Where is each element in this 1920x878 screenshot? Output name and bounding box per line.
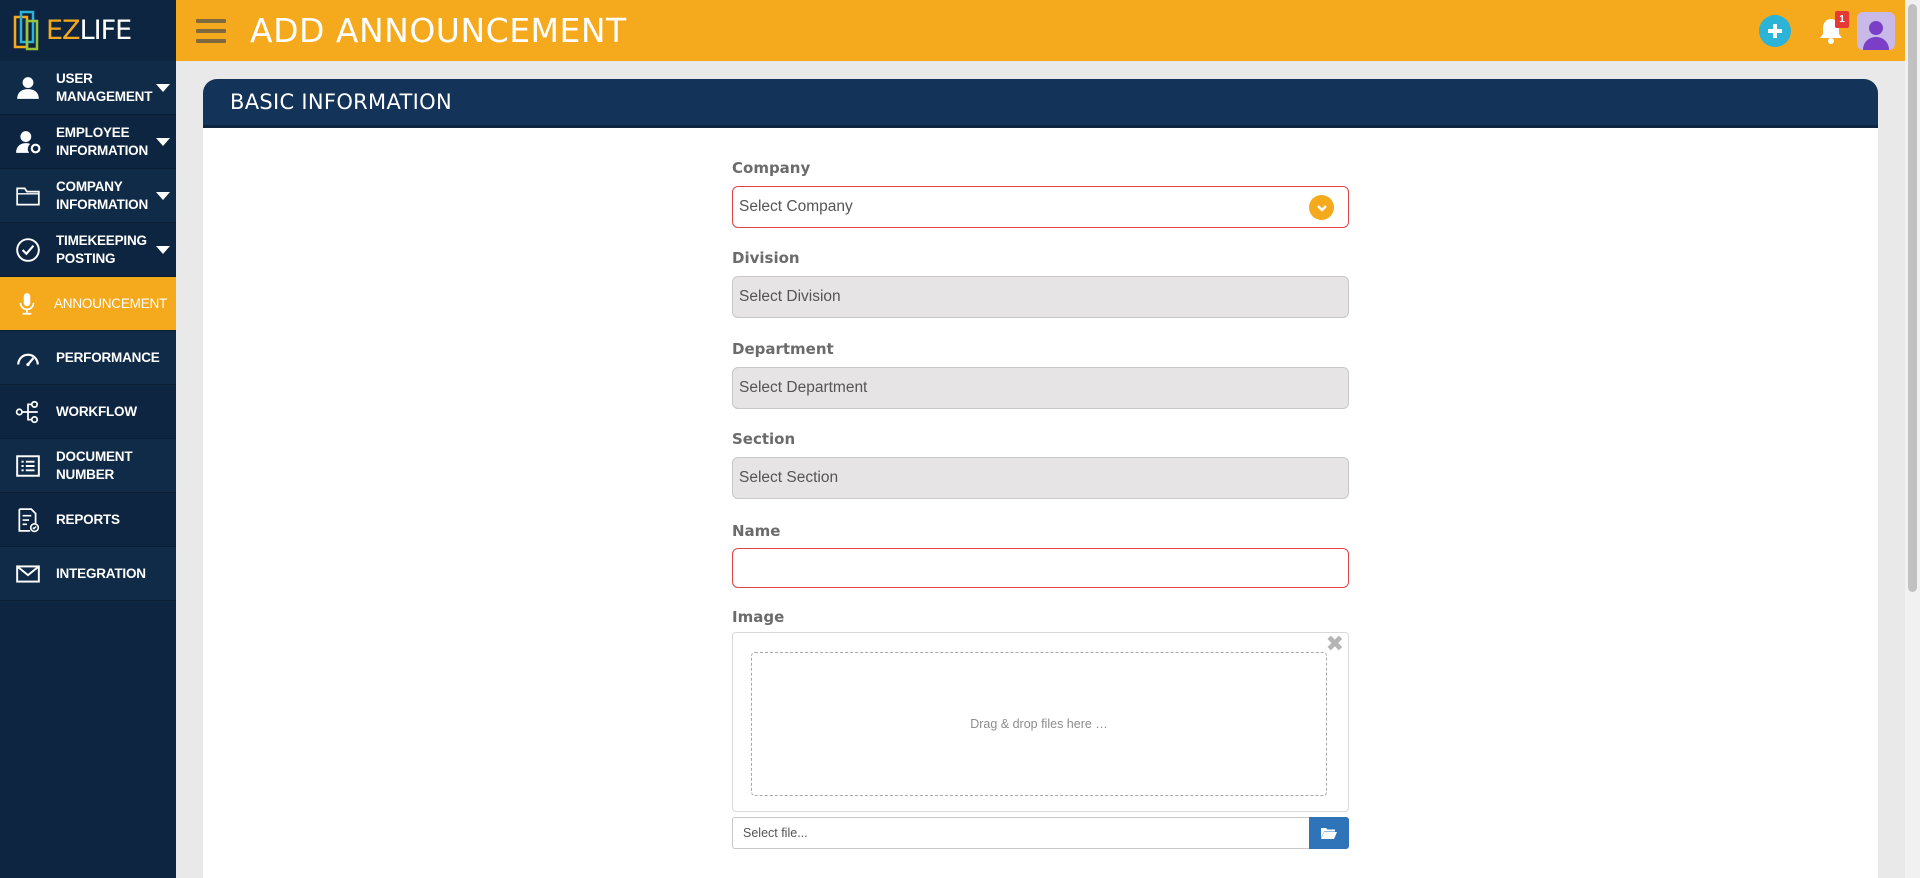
sidebar-item-reports[interactable]: REPORTS bbox=[0, 493, 176, 547]
scrollbar-thumb[interactable] bbox=[1908, 4, 1917, 592]
image-label: Image bbox=[732, 608, 785, 626]
image-dropzone[interactable]: ✖ Drag & drop files here … bbox=[732, 631, 1349, 812]
sidebar: EZLIFE USER MANAGEMENT EMPLOYEE INFORMAT… bbox=[0, 0, 176, 878]
logo-mark-icon bbox=[13, 10, 39, 50]
section-select[interactable]: Select Section bbox=[732, 457, 1349, 499]
microphone-icon bbox=[19, 292, 35, 315]
sidebar-item-workflow[interactable]: WORKFLOW bbox=[0, 385, 176, 439]
department-select[interactable]: Select Department bbox=[732, 367, 1349, 409]
section-select-value: Select Section bbox=[739, 469, 839, 486]
file-select-row: Select file... bbox=[732, 817, 1349, 849]
card-header: BASIC INFORMATION bbox=[203, 79, 1878, 128]
caret-down-icon bbox=[156, 83, 170, 92]
sidebar-item-label: EMPLOYEE INFORMATION bbox=[56, 124, 149, 158]
section-label: Section bbox=[732, 430, 796, 448]
page-scrollbar[interactable] bbox=[1905, 0, 1920, 878]
envelope-icon bbox=[16, 564, 40, 583]
division-select-value: Select Division bbox=[739, 288, 841, 305]
chevron-down-icon[interactable] bbox=[1309, 195, 1334, 220]
add-button[interactable] bbox=[1759, 14, 1791, 47]
folder-icon bbox=[16, 187, 40, 206]
sidebar-item-label: ANNOUNCEMENT bbox=[54, 295, 168, 311]
file-input[interactable]: Select file... bbox=[732, 817, 1309, 849]
sidebar-item-label: USER MANAGEMENT bbox=[56, 70, 153, 104]
division-label: Division bbox=[732, 249, 800, 267]
user-gear-icon bbox=[16, 130, 41, 153]
caret-down-icon bbox=[156, 245, 170, 254]
caret-down-icon bbox=[156, 191, 170, 200]
name-label: Name bbox=[732, 522, 781, 540]
file-input-placeholder: Select file... bbox=[743, 826, 808, 840]
sidebar-item-announcement[interactable]: ANNOUNCEMENT bbox=[0, 277, 176, 331]
logo[interactable]: EZLIFE bbox=[0, 0, 176, 61]
plus-icon bbox=[1768, 23, 1782, 38]
sidebar-item-integration[interactable]: INTEGRATION bbox=[0, 547, 176, 601]
announcement-form: Company Select Company Division Select D… bbox=[732, 159, 1349, 849]
company-select[interactable]: Select Company bbox=[732, 186, 1349, 228]
dropzone-text: Drag & drop files here … bbox=[970, 717, 1108, 731]
user-avatar-icon bbox=[1863, 20, 1889, 50]
sidebar-item-timekeeping-posting[interactable]: TIMEKEEPING POSTING bbox=[0, 223, 176, 277]
department-label: Department bbox=[732, 340, 834, 358]
notifications-button[interactable]: 1 bbox=[1815, 10, 1849, 47]
name-input[interactable] bbox=[732, 548, 1349, 588]
folder-open-icon bbox=[1321, 828, 1337, 839]
card-title: BASIC INFORMATION bbox=[230, 90, 452, 114]
caret-down-icon bbox=[156, 137, 170, 146]
division-select[interactable]: Select Division bbox=[732, 276, 1349, 318]
sidebar-item-performance[interactable]: PERFORMANCE bbox=[0, 331, 176, 385]
sidebar-item-label: COMPANY INFORMATION bbox=[56, 178, 149, 212]
sidebar-item-user-management[interactable]: USER MANAGEMENT bbox=[0, 61, 176, 115]
workflow-icon bbox=[15, 400, 39, 423]
department-select-value: Select Department bbox=[739, 379, 868, 396]
sidebar-item-label: PERFORMANCE bbox=[56, 349, 160, 365]
report-icon bbox=[18, 507, 40, 532]
company-label: Company bbox=[732, 159, 811, 177]
avatar[interactable] bbox=[1857, 11, 1895, 50]
sidebar-item-label: WORKFLOW bbox=[56, 403, 137, 419]
check-circle-icon bbox=[16, 237, 40, 262]
company-select-value: Select Company bbox=[739, 198, 853, 215]
sidebar-item-company-information[interactable]: COMPANY INFORMATION bbox=[0, 169, 176, 223]
hamburger-menu-icon[interactable] bbox=[196, 18, 226, 43]
dropzone-area[interactable]: Drag & drop files here … bbox=[751, 652, 1327, 796]
sidebar-item-document-number[interactable]: DOCUMENT NUMBER bbox=[0, 439, 176, 493]
sidebar-item-label: DOCUMENT NUMBER bbox=[56, 448, 133, 482]
user-icon bbox=[17, 76, 39, 99]
sidebar-item-label: INTEGRATION bbox=[56, 565, 146, 581]
sidebar-item-label: TIMEKEEPING POSTING bbox=[56, 232, 147, 266]
sidebar-item-employee-information[interactable]: EMPLOYEE INFORMATION bbox=[0, 115, 176, 169]
close-icon[interactable]: ✖ bbox=[1326, 631, 1344, 657]
list-icon bbox=[16, 454, 40, 477]
top-bar: ADD ANNOUNCEMENT 1 bbox=[176, 0, 1905, 61]
sidebar-item-label: REPORTS bbox=[56, 511, 120, 527]
gauge-icon bbox=[17, 353, 39, 366]
page-title: ADD ANNOUNCEMENT bbox=[250, 11, 627, 50]
notification-badge: 1 bbox=[1835, 10, 1849, 28]
basic-information-card: BASIC INFORMATION Company Select Company… bbox=[203, 79, 1878, 878]
logo-text: EZLIFE bbox=[46, 15, 132, 46]
browse-button[interactable] bbox=[1309, 817, 1349, 849]
